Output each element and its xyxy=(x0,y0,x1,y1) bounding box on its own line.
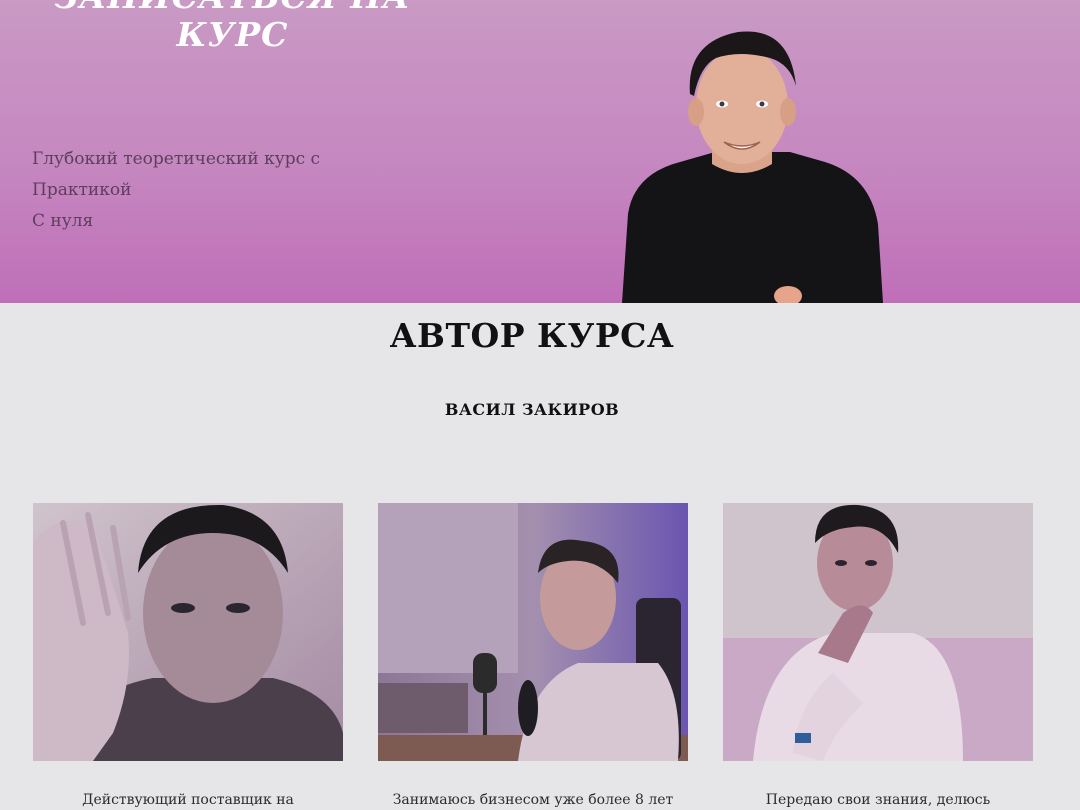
section-title-author: АВТОР КУРСА xyxy=(389,316,675,355)
author-photo-3 xyxy=(723,503,1033,761)
author-name: ВАСИЛ ЗАКИРОВ xyxy=(444,400,620,419)
author-photo-1 xyxy=(33,503,343,761)
card-caption: Передаю свои знания, делюсь xyxy=(765,792,991,808)
author-photo-2 xyxy=(378,503,688,761)
hero-banner: ЗАПИСАТЬСЯ НА КУРС Глубокий теоретически… xyxy=(0,0,1080,303)
hero-subtitle: Глубокий теоретический курс с Практикой … xyxy=(32,144,320,237)
hero-subtitle-line: Глубокий теоретический курс с xyxy=(32,149,321,169)
author-hero-photo xyxy=(622,31,883,303)
card-caption: Действующий поставщик на xyxy=(82,792,294,808)
hero-subtitle-line: Практикой xyxy=(32,180,132,200)
hero-subtitle-line: С нуля xyxy=(32,211,94,231)
hero-title-line2[interactable]: КУРС xyxy=(0,14,465,56)
card-caption: Занимаюсь бизнесом уже более 8 лет xyxy=(392,792,674,808)
